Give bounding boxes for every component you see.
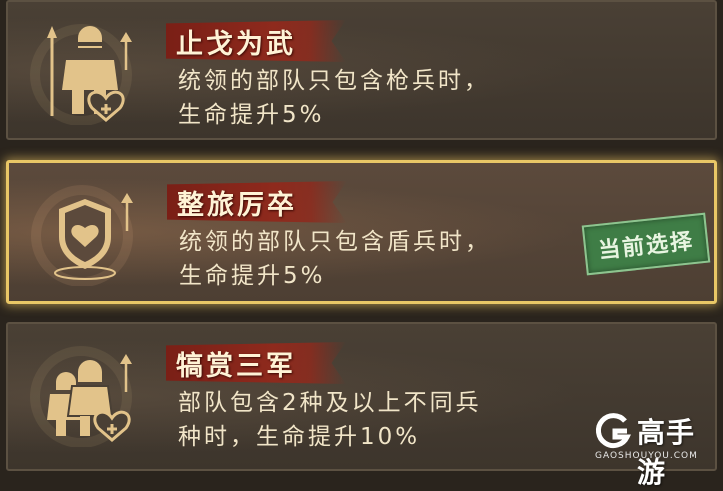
current-selection-stamp: 当前选择 [581,212,711,276]
talent-title: 止戈为武 [176,29,296,60]
desc-line: 统领的部队只包含盾兵时， [179,229,491,255]
talent-description: 统领的部队只包含枪兵时， 生命提升5% [178,64,490,132]
talent-card-spear[interactable]: 止戈为武 统领的部队只包含枪兵时， 生命提升5% [6,0,717,140]
talent-description: 统领的部队只包含盾兵时， 生命提升5% [179,225,491,293]
talent-description: 部队包含2种及以上不同兵 种时，生命提升10% [178,386,482,454]
watermark: 高手游 GAOSHOUYOU.COM [593,409,713,489]
brand-logo-icon [596,413,631,449]
shield-heart-icon [27,181,147,287]
desc-line: 统领的部队只包含枪兵时， [178,68,490,94]
troops-heart-icon [26,342,146,448]
talent-card-shield[interactable]: 整旅厉卒 统领的部队只包含盾兵时， 生命提升5% 当前选择 [6,160,717,304]
watermark-domain: GAOSHOUYOU.COM [595,451,698,461]
desc-line: 生命提升5% [178,102,325,128]
talent-title: 犒赏三军 [176,351,296,382]
spearman-heart-icon [26,20,146,126]
desc-line: 种时，生命提升10% [178,424,421,450]
desc-line: 部队包含2种及以上不同兵 [178,390,482,416]
talent-title: 整旅厉卒 [177,190,297,221]
desc-line: 生命提升5% [179,263,326,289]
